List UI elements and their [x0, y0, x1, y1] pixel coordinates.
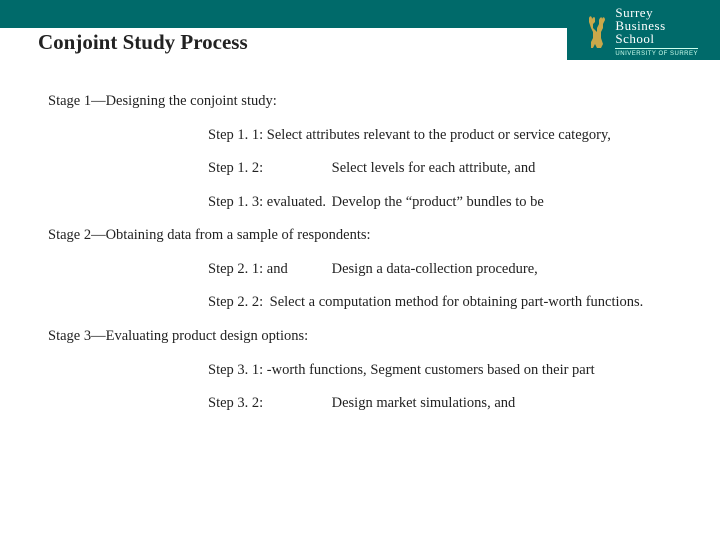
stage-1-heading: Stage 1—Designing the conjoint study: [48, 92, 672, 112]
step-1-3: Step 1. 3: evaluated. Develop the “produ… [208, 193, 672, 213]
content-body: Stage 1—Designing the conjoint study: St… [48, 92, 672, 428]
title-bar: Conjoint Study Process [0, 28, 567, 70]
brand-logo: Surrey Business School UNIVERSITY OF SUR… [585, 6, 698, 57]
step-3-2-label: Step 3. 2: [208, 394, 328, 414]
step-2-2: Step 2. 2: Select a computation method f… [208, 293, 672, 313]
step-2-1-label: Step 2. 1: and [208, 260, 328, 280]
step-1-2-text: Select levels for each attribute, and [332, 160, 536, 176]
step-2-2-text: Select a computation method for obtainin… [270, 294, 644, 310]
slide: Surrey Business School UNIVERSITY OF SUR… [0, 0, 720, 540]
stage-3-heading: Stage 3—Evaluating product design option… [48, 327, 672, 347]
stage-2-heading: Stage 2—Obtaining data from a sample of … [48, 226, 672, 246]
step-3-1-text: Segment customers based on their part [370, 362, 594, 378]
step-1-2-label: Step 1. 2: [208, 159, 328, 179]
brand-subtext: UNIVERSITY OF SURREY [615, 48, 698, 57]
page-title: Conjoint Study Process [0, 28, 248, 55]
stage-2-steps: Step 2. 1: and Design a data-collection … [208, 260, 672, 313]
stage-1-steps: Step 1. 1: Select attributes relevant to… [208, 126, 672, 213]
brand-text: Surrey Business School UNIVERSITY OF SUR… [615, 6, 698, 57]
step-3-1: Step 3. 1: -worth functions, Segment cus… [208, 361, 672, 381]
step-2-1: Step 2. 1: and Design a data-collection … [208, 260, 672, 280]
step-2-1-text: Design a data-collection procedure, [332, 261, 538, 277]
stag-icon [585, 14, 609, 50]
step-1-3-text: Develop the “product” bundles to be [332, 194, 544, 210]
step-1-3-label: Step 1. 3: evaluated. [208, 193, 328, 213]
step-3-2: Step 3. 2: Design market simulations, an… [208, 394, 672, 414]
step-3-2-text: Design market simulations, and [332, 395, 516, 411]
step-1-1: Step 1. 1: Select attributes relevant to… [208, 126, 672, 146]
stage-3-steps: Step 3. 1: -worth functions, Segment cus… [208, 361, 672, 414]
brand-line3: School [615, 32, 698, 45]
step-1-2: Step 1. 2: Select levels for each attrib… [208, 159, 672, 179]
step-2-2-label: Step 2. 2: [208, 293, 266, 313]
step-3-1-label: Step 3. 1: -worth functions, [208, 361, 367, 381]
